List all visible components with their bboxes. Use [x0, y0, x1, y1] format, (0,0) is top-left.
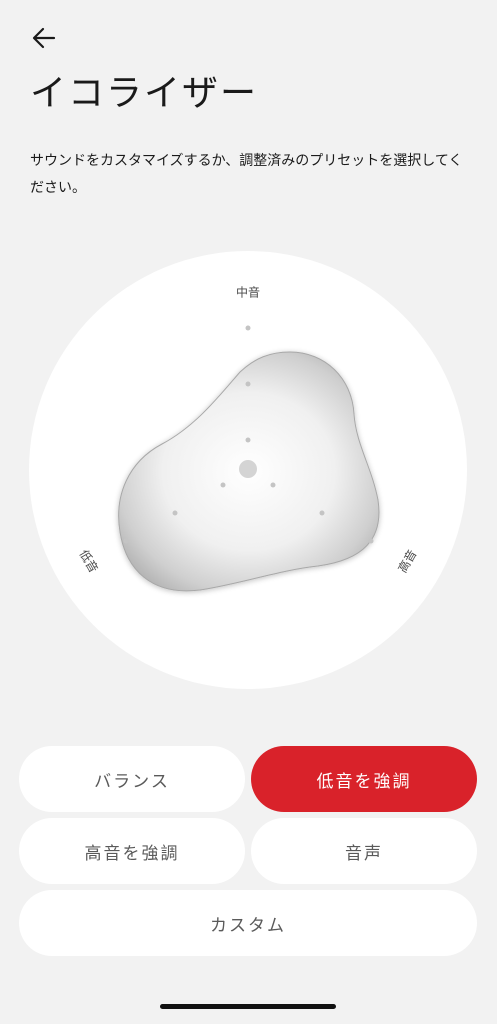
grid-dot: [123, 538, 129, 544]
grid-dot: [220, 482, 226, 488]
axis-label-mid: 中音: [235, 285, 261, 300]
grid-dot: [245, 325, 251, 331]
home-indicator[interactable]: [160, 1004, 336, 1009]
center-dot: [239, 460, 257, 478]
grid-dot: [245, 437, 251, 443]
preset-voice-button[interactable]: 音声: [251, 818, 477, 884]
grid-dot: [368, 538, 374, 544]
preset-balance-button[interactable]: バランス: [19, 746, 245, 812]
grid-dot: [270, 482, 276, 488]
preset-custom-button[interactable]: カスタム: [19, 890, 477, 956]
grid-dot: [172, 510, 178, 516]
grid-dot: [245, 381, 251, 387]
preset-treble-boost-button[interactable]: 高音を強調: [19, 818, 245, 884]
preset-bass-boost-button[interactable]: 低音を強調: [251, 746, 477, 812]
grid-dot: [319, 510, 325, 516]
